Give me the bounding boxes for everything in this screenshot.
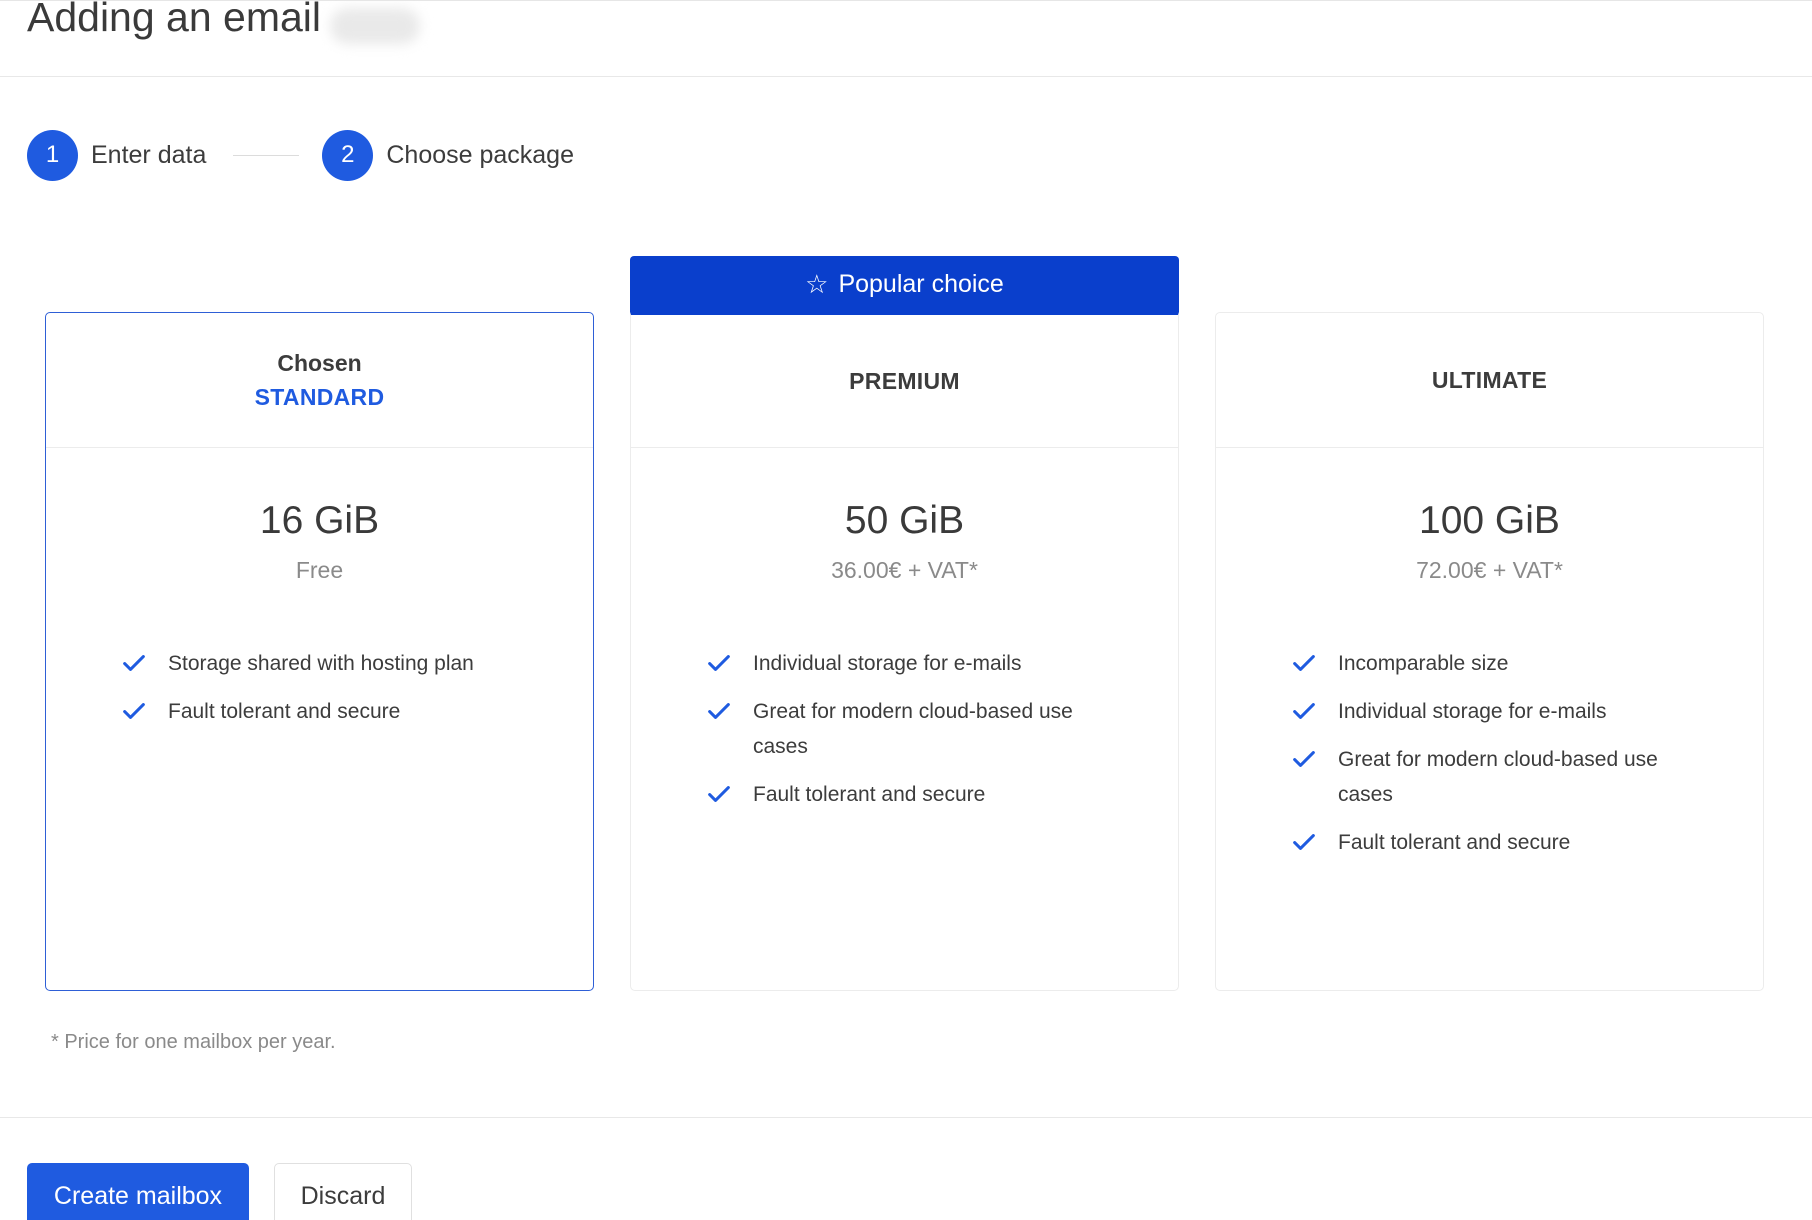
plan-card-body: 100 GiB 72.00€ + VAT* Incomparable size …: [1216, 448, 1763, 860]
check-icon: [1293, 834, 1315, 850]
feature-text: Great for modern cloud-based use cases: [1338, 748, 1658, 806]
plan-price: 72.00€ + VAT*: [1416, 557, 1563, 583]
plan-card-header: ULTIMATE: [1216, 313, 1763, 448]
add-email-page: Adding an email 1 Enter data 2 Choose pa…: [0, 0, 1812, 1220]
check-icon: [708, 655, 730, 671]
plan-name: PREMIUM: [849, 368, 960, 394]
plan-price: 36.00€ + VAT*: [831, 557, 978, 583]
feature-item: Storage shared with hosting plan: [120, 646, 533, 681]
check-icon: [1293, 751, 1315, 767]
feature-list: Incomparable size Individual storage for…: [1216, 646, 1763, 860]
plan-card-ultimate[interactable]: ULTIMATE 100 GiB 72.00€ + VAT* Incompara…: [1215, 312, 1764, 991]
feature-text: Fault tolerant and secure: [753, 783, 986, 806]
feature-text: Incomparable size: [1338, 652, 1509, 675]
feature-text: Great for modern cloud-based use cases: [753, 700, 1073, 758]
feature-text: Fault tolerant and secure: [168, 700, 401, 723]
stepper: 1 Enter data 2 Choose package: [27, 129, 574, 181]
chosen-label: Chosen: [277, 350, 362, 376]
feature-item: Fault tolerant and secure: [1290, 825, 1703, 860]
step-connector: [233, 154, 300, 156]
plan-card-premium[interactable]: PREMIUM 50 GiB 36.00€ + VAT* Individual …: [630, 312, 1179, 991]
plan-storage: 16 GiB: [259, 499, 380, 542]
step-choose-package[interactable]: 2 Choose package: [322, 129, 574, 181]
feature-list: Individual storage for e-mails Great for…: [631, 646, 1178, 812]
check-icon: [123, 703, 145, 719]
feature-list: Storage shared with hosting plan Fault t…: [46, 646, 593, 729]
check-icon: [1293, 655, 1315, 671]
plan-card-header: Chosen STANDARD: [46, 313, 593, 448]
popular-choice-banner: ☆ Popular choice: [630, 256, 1179, 312]
feature-text: Individual storage for e-mails: [1338, 700, 1607, 723]
feature-text: Individual storage for e-mails: [753, 652, 1022, 675]
feature-item: Incomparable size: [1290, 646, 1703, 681]
page-header: Adding an email: [0, 0, 1812, 77]
feature-item: Fault tolerant and secure: [120, 694, 533, 729]
step-label: Enter data: [91, 140, 207, 169]
create-mailbox-button[interactable]: Create mailbox: [27, 1163, 249, 1220]
feature-item: Individual storage for e-mails: [1290, 694, 1703, 729]
check-icon: [708, 703, 730, 719]
plan-name: STANDARD: [254, 384, 385, 410]
plan-storage: 50 GiB: [844, 499, 965, 542]
blurred-domain-name: [330, 8, 420, 44]
price-footnote: * Price for one mailbox per year.: [51, 1031, 336, 1053]
discard-button[interactable]: Discard: [274, 1163, 412, 1220]
step-label: Choose package: [386, 140, 574, 169]
check-icon: [123, 655, 145, 671]
plan-card-standard[interactable]: Chosen STANDARD 16 GiB Free Storage shar…: [45, 312, 594, 991]
star-icon: ☆: [805, 268, 829, 299]
check-icon: [708, 786, 730, 802]
plan-card-body: 16 GiB Free Storage shared with hosting …: [46, 448, 593, 729]
plan-card-body: 50 GiB 36.00€ + VAT* Individual storage …: [631, 448, 1178, 812]
page-title: Adding an email: [27, 0, 322, 40]
plan-card-header: PREMIUM: [631, 315, 1178, 448]
feature-item: Individual storage for e-mails: [705, 646, 1118, 681]
step-number: 1: [27, 129, 78, 181]
plan-price: Free: [295, 557, 344, 583]
popular-choice-label: Popular choice: [838, 269, 1004, 298]
feature-item: Fault tolerant and secure: [705, 777, 1118, 812]
step-enter-data[interactable]: 1 Enter data: [27, 129, 207, 181]
feature-item: Great for modern cloud-based use cases: [705, 694, 1118, 764]
feature-item: Great for modern cloud-based use cases: [1290, 742, 1703, 812]
footer-divider: [0, 1117, 1812, 1118]
plan-storage: 100 GiB: [1419, 499, 1560, 542]
feature-text: Storage shared with hosting plan: [168, 652, 474, 675]
check-icon: [1293, 703, 1315, 719]
feature-text: Fault tolerant and secure: [1338, 831, 1571, 854]
step-number: 2: [322, 129, 374, 181]
plan-name: ULTIMATE: [1431, 367, 1548, 393]
